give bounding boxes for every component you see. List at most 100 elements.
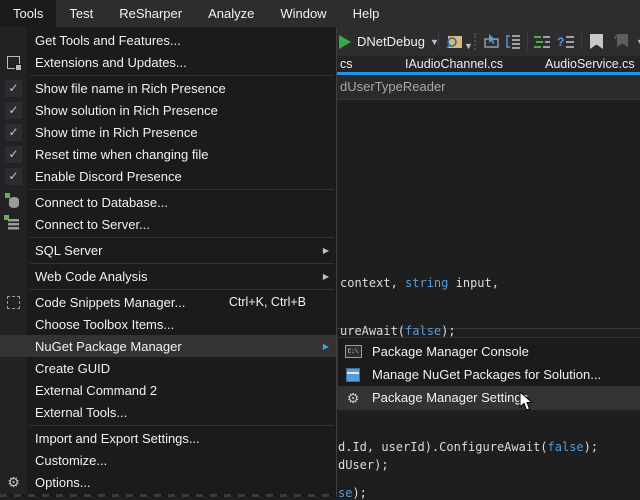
package-icon xyxy=(346,368,360,382)
checkmark-icon: ✓ xyxy=(5,168,22,185)
code-token: ); xyxy=(441,324,455,338)
mouse-cursor xyxy=(519,391,533,417)
submenu-arrow-icon: ▶ xyxy=(316,272,336,281)
submenu-item-manage-nuget-packages[interactable]: Manage NuGet Packages for Solution... xyxy=(338,363,640,386)
svg-text:?: ? xyxy=(557,35,564,49)
code-token-keyword: false xyxy=(548,440,584,454)
menu-item-nuget-package-manager[interactable]: NuGet Package Manager ▶ xyxy=(0,335,336,357)
menu-item-options[interactable]: ⚙ Options... xyxy=(0,471,336,493)
menu-item-get-tools-and-features[interactable]: Get Tools and Features... xyxy=(0,29,336,51)
checkmark-icon: ✓ xyxy=(5,146,22,163)
menu-bar: Tools Test ReSharper Analyze Window Help xyxy=(0,0,640,27)
menubar-item-help[interactable]: Help xyxy=(340,0,393,27)
navigate-to-cursor-icon xyxy=(483,34,500,49)
menu-separator xyxy=(30,289,334,290)
submenu-arrow-icon: ▶ xyxy=(316,342,336,351)
checkmark-icon: ✓ xyxy=(5,124,22,141)
menu-separator xyxy=(30,425,334,426)
server-icon xyxy=(8,219,19,230)
menu-item-connect-to-database[interactable]: Connect to Database... xyxy=(0,191,336,213)
snippets-icon xyxy=(7,296,20,309)
format-document-button[interactable] xyxy=(534,27,550,56)
gear-icon: ⚙ xyxy=(347,391,360,405)
run-button[interactable] xyxy=(338,27,351,56)
menu-item-show-time-rich-presence[interactable]: ✓ Show time in Rich Presence xyxy=(0,121,336,143)
run-config-selector[interactable]: DNetDebug ▼ xyxy=(357,27,439,56)
code-token-keyword: se xyxy=(338,486,352,500)
menu-item-sql-server[interactable]: SQL Server ▶ xyxy=(0,239,336,261)
code-line: dUser); xyxy=(338,458,389,472)
run-icon xyxy=(338,35,351,49)
console-icon: C:\ xyxy=(345,345,362,358)
menu-separator xyxy=(30,263,334,264)
code-token: ); xyxy=(352,486,366,500)
menu-item-external-command-2[interactable]: External Command 2 xyxy=(0,379,336,401)
nuget-package-manager-submenu: C:\ Package Manager Console Manage NuGet… xyxy=(337,337,640,410)
code-token: input, xyxy=(448,276,499,290)
menu-item-extensions-and-updates[interactable]: Extensions and Updates... xyxy=(0,51,336,73)
code-token-keyword: false xyxy=(405,324,441,338)
shortcut-label: Ctrl+K, Ctrl+B xyxy=(229,295,316,309)
format-document-icon xyxy=(534,35,550,49)
menubar-item-test[interactable]: Test xyxy=(56,0,106,27)
previous-bookmark-button[interactable] xyxy=(614,27,628,56)
menubar-item-analyze[interactable]: Analyze xyxy=(195,0,267,27)
tools-menu: Get Tools and Features... Extensions and… xyxy=(0,27,337,497)
toolbar-separator xyxy=(438,33,439,50)
toolbar-overflow[interactable]: ▼ xyxy=(636,27,640,56)
code-line: context, string input, xyxy=(340,276,499,290)
code-line: ureAwait(false); xyxy=(340,324,456,338)
database-icon xyxy=(9,197,19,208)
checkmark-icon: ✓ xyxy=(5,80,22,97)
extensions-icon xyxy=(7,56,20,69)
menu-item-import-and-export-settings[interactable]: Import and Export Settings... xyxy=(0,427,336,449)
find-in-files-button[interactable] xyxy=(445,27,463,56)
copy-parallel-button[interactable] xyxy=(505,27,521,56)
menu-item-connect-to-server[interactable]: Connect to Server... xyxy=(0,213,336,235)
code-token: d.Id, userId).ConfigureAwait( xyxy=(338,440,548,454)
menubar-item-window[interactable]: Window xyxy=(267,0,339,27)
toggle-bookmark-button[interactable] xyxy=(590,27,603,56)
run-config-label: DNetDebug xyxy=(357,34,425,49)
submenu-arrow-icon: ▶ xyxy=(316,246,336,255)
code-line: d.Id, userId).ConfigureAwait(false); xyxy=(338,440,598,454)
menu-separator xyxy=(30,189,334,190)
comment-help-icon: ? xyxy=(557,35,574,49)
checkmark-icon: ✓ xyxy=(5,102,22,119)
menu-separator xyxy=(30,75,334,76)
tab-audioservice[interactable]: AudioService.cs xyxy=(545,57,635,71)
menu-item-choose-toolbox-items[interactable]: Choose Toolbox Items... xyxy=(0,313,336,335)
toolbar-drag-handle[interactable] xyxy=(474,33,476,50)
tab-partial[interactable]: cs xyxy=(340,57,353,71)
menu-item-reset-time-when-changing-file[interactable]: ✓ Reset time when changing file xyxy=(0,143,336,165)
code-token: dUser); xyxy=(338,458,389,472)
code-token: ureAwait( xyxy=(340,324,405,338)
navigate-to-cursor-button[interactable] xyxy=(483,27,500,56)
gear-icon: ⚙ xyxy=(7,475,20,489)
previous-bookmark-icon xyxy=(614,34,628,49)
submenu-item-package-manager-console[interactable]: C:\ Package Manager Console xyxy=(338,340,640,363)
tab-iaudiochannel[interactable]: IAudioChannel.cs xyxy=(405,57,503,71)
menu-item-web-code-analysis[interactable]: Web Code Analysis ▶ xyxy=(0,265,336,287)
menubar-item-resharper[interactable]: ReSharper xyxy=(106,0,195,27)
menu-item-show-file-name-rich-presence[interactable]: ✓ Show file name in Rich Presence xyxy=(0,77,336,99)
menu-item-show-solution-rich-presence[interactable]: ✓ Show solution in Rich Presence xyxy=(0,99,336,121)
find-in-files-icon xyxy=(445,34,463,50)
toolbar-separator xyxy=(581,33,582,50)
menu-item-code-snippets-manager[interactable]: Code Snippets Manager... Ctrl+K, Ctrl+B xyxy=(0,291,336,313)
comment-help-button[interactable]: ? xyxy=(557,27,574,56)
submenu-item-package-manager-settings[interactable]: ⚙ Package Manager Settings xyxy=(338,386,640,409)
toolbar-separator xyxy=(527,33,528,50)
menu-separator xyxy=(30,237,334,238)
menu-item-customize[interactable]: Customize... xyxy=(0,449,336,471)
bookmark-icon xyxy=(590,34,603,49)
menu-item-external-tools[interactable]: External Tools... xyxy=(0,401,336,423)
menu-item-create-guid[interactable]: Create GUID xyxy=(0,357,336,379)
menu-item-enable-discord-presence[interactable]: ✓ Enable Discord Presence xyxy=(0,165,336,187)
code-line: se); xyxy=(338,486,367,500)
chevron-down-icon: ▼ xyxy=(464,41,473,51)
chevron-down-icon: ▼ xyxy=(636,37,640,47)
code-token-keyword: string xyxy=(405,276,448,290)
menubar-item-tools[interactable]: Tools xyxy=(0,0,56,27)
breadcrumb[interactable]: dUserTypeReader xyxy=(340,79,446,94)
